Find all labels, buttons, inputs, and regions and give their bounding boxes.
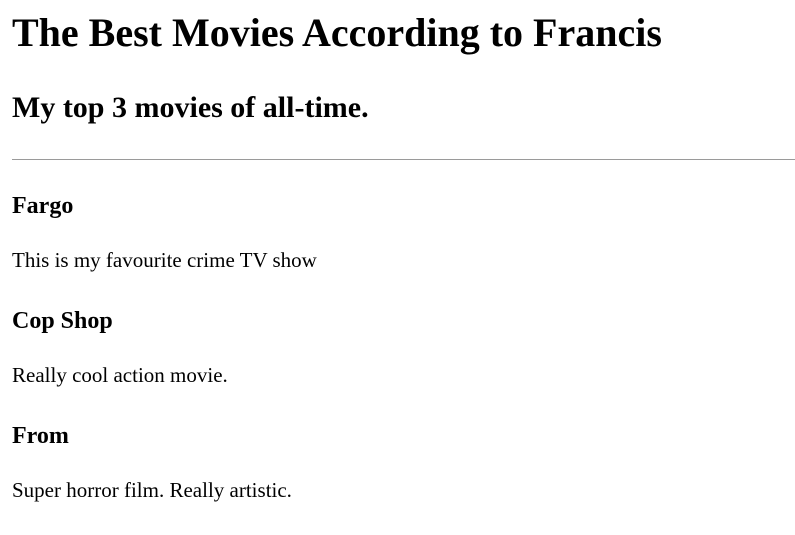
movie-item: Cop Shop Really cool action movie.: [12, 305, 782, 420]
page-subtitle: My top 3 movies of all-time.: [12, 91, 369, 124]
movie-list: Fargo This is my favourite crime TV show…: [12, 190, 782, 535]
movie-title: Fargo: [12, 193, 74, 219]
movie-title: From: [12, 423, 69, 449]
movie-item: From Super horror film. Really artistic.: [12, 420, 782, 535]
movie-item: Fargo This is my favourite crime TV show: [12, 190, 782, 305]
movie-description: Really cool action movie.: [12, 363, 228, 387]
divider: [12, 159, 795, 160]
page-title: The Best Movies According to Francis: [12, 10, 662, 55]
movie-description: This is my favourite crime TV show: [12, 248, 317, 272]
movie-title: Cop Shop: [12, 308, 113, 334]
movie-description: Super horror film. Really artistic.: [12, 478, 292, 502]
